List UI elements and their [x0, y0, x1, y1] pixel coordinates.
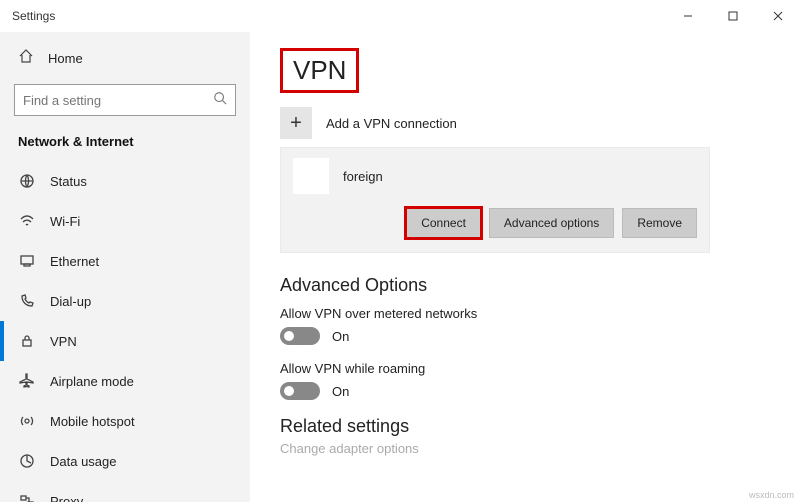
status-icon [18, 173, 36, 189]
page-title-highlight: VPN [280, 48, 359, 93]
plus-icon: + [280, 107, 312, 139]
airplane-icon [18, 373, 36, 389]
add-vpn-label: Add a VPN connection [326, 116, 457, 131]
page-title: VPN [293, 55, 346, 86]
roaming-toggle[interactable] [280, 382, 320, 400]
sidebar-item-wifi[interactable]: Wi-Fi [0, 201, 250, 241]
ethernet-icon [18, 253, 36, 269]
datausage-icon [18, 453, 36, 469]
search-box[interactable] [14, 84, 236, 116]
dialup-icon [18, 293, 36, 309]
metered-toggle-state: On [332, 329, 349, 344]
window-controls [665, 0, 800, 32]
vpn-connection-icon [293, 158, 329, 194]
sidebar-category: Network & Internet [0, 126, 250, 161]
change-adapter-link[interactable]: Change adapter options [280, 441, 770, 456]
metered-label: Allow VPN over metered networks [280, 306, 770, 321]
window-title: Settings [12, 9, 55, 23]
watermark: wsxdn.com [749, 490, 794, 500]
sidebar-item-datausage[interactable]: Data usage [0, 441, 250, 481]
home-button[interactable]: Home [0, 38, 250, 78]
sidebar-item-proxy[interactable]: Proxy [0, 481, 250, 502]
advanced-options-heading: Advanced Options [280, 275, 770, 296]
home-icon [18, 48, 34, 69]
search-input[interactable] [23, 93, 213, 108]
proxy-icon [18, 493, 36, 502]
sidebar-item-hotspot[interactable]: Mobile hotspot [0, 401, 250, 441]
sidebar-item-ethernet[interactable]: Ethernet [0, 241, 250, 281]
hotspot-icon [18, 413, 36, 429]
remove-button[interactable]: Remove [622, 208, 697, 238]
wifi-icon [18, 213, 36, 229]
home-label: Home [48, 51, 83, 66]
roaming-label: Allow VPN while roaming [280, 361, 770, 376]
vpn-connection-entry[interactable]: foreign Connect Advanced options Remove [280, 147, 710, 253]
advanced-options-button[interactable]: Advanced options [489, 208, 614, 238]
sidebar: Home Network & Internet Status Wi-Fi Eth… [0, 32, 250, 502]
add-vpn-row[interactable]: + Add a VPN connection [280, 107, 770, 139]
main-content: VPN + Add a VPN connection foreign Conne… [250, 32, 800, 502]
sidebar-item-dialup[interactable]: Dial-up [0, 281, 250, 321]
connect-button[interactable]: Connect [406, 208, 481, 238]
search-icon [213, 91, 227, 110]
vpn-icon [18, 333, 36, 349]
sidebar-item-status[interactable]: Status [0, 161, 250, 201]
titlebar: Settings [0, 0, 800, 32]
metered-toggle[interactable] [280, 327, 320, 345]
sidebar-item-vpn[interactable]: VPN [0, 321, 250, 361]
vpn-connection-name: foreign [343, 169, 383, 184]
close-button[interactable] [755, 0, 800, 32]
minimize-button[interactable] [665, 0, 710, 32]
maximize-button[interactable] [710, 0, 755, 32]
related-settings-heading: Related settings [280, 416, 770, 437]
sidebar-item-airplane[interactable]: Airplane mode [0, 361, 250, 401]
roaming-toggle-state: On [332, 384, 349, 399]
